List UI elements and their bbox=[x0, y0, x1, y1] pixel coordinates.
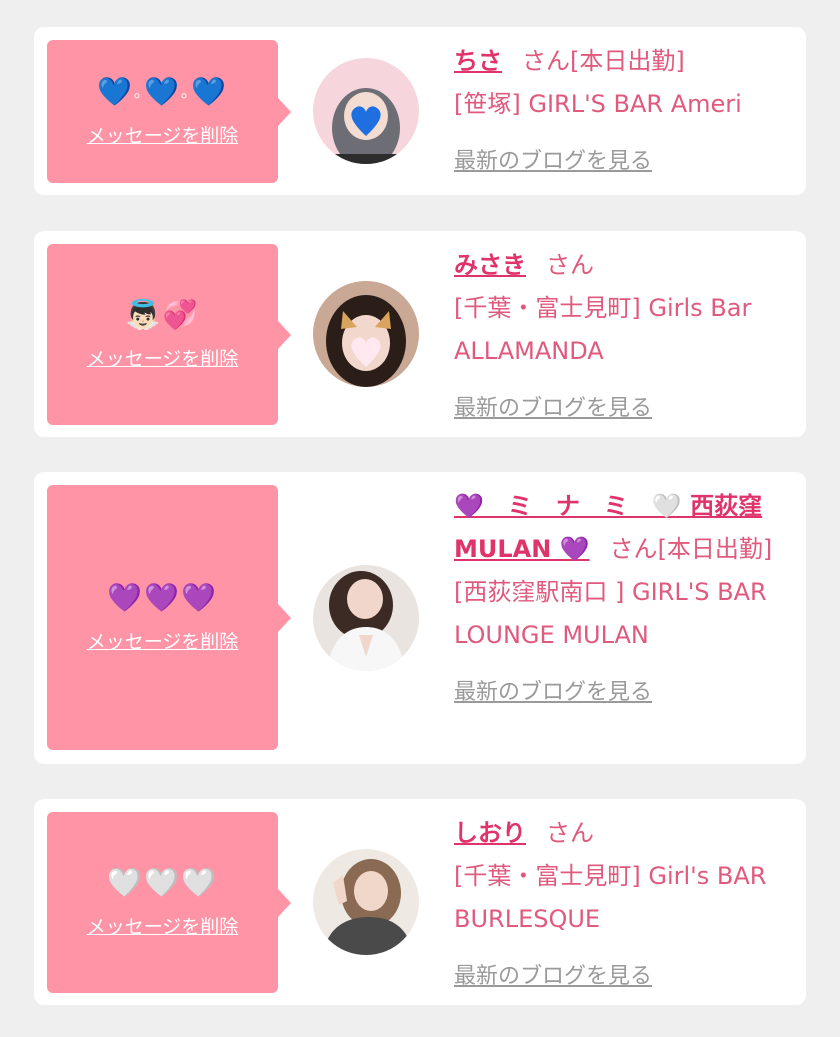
cast-name-link[interactable]: ちさ bbox=[454, 47, 502, 75]
message-card: 👼🏻 💞 メッセージを削除 みさき さん [千葉・富士見町] Girls Bar … bbox=[34, 231, 806, 437]
message-card: 💙 ｡ 💙 ｡ 💙 メッセージを削除 ちさ さん[本日出勤] [笹塚] GIRL'… bbox=[34, 27, 806, 195]
avatar[interactable] bbox=[313, 281, 419, 387]
shop-name: [笹塚] GIRL'S BAR Ameri bbox=[454, 90, 742, 118]
message-card: 💜 💜 💜 メッセージを削除 💜 ミ ナ ミ 🤍 西荻窪 MULAN 💜 さん[本… bbox=[34, 472, 806, 764]
latest-blog-link[interactable]: 最新のブログを見る bbox=[454, 671, 652, 714]
latest-blog-link[interactable]: 最新のブログを見る bbox=[454, 387, 652, 430]
shop-name: [千葉・富士見町] Girls Bar ALLAMANDA bbox=[454, 294, 752, 365]
shop-name: [西荻窪駅南口 ] GIRL'S BAR LOUNGE MULAN bbox=[454, 578, 767, 649]
cast-name-line: しおり さん bbox=[454, 812, 794, 855]
honorific: さん bbox=[522, 47, 570, 75]
delete-message-link[interactable]: メッセージを削除 bbox=[87, 121, 239, 148]
cast-info: ちさ さん[本日出勤] [笹塚] GIRL'S BAR Ameri 最新のブログを… bbox=[454, 40, 794, 183]
cast-name-link[interactable]: みさき bbox=[454, 251, 526, 279]
message-emoji: 💙 ｡ 💙 ｡ 💙 bbox=[97, 75, 228, 108]
latest-blog-link[interactable]: 最新のブログを見る bbox=[454, 140, 652, 183]
message-emoji: 👼🏻 💞 bbox=[125, 298, 200, 331]
cast-info: しおり さん [千葉・富士見町] Girl's BAR BURLESQUE 最新の… bbox=[454, 812, 794, 998]
message-bubble: 💜 💜 💜 メッセージを削除 bbox=[47, 485, 291, 750]
cast-name-link[interactable]: しおり bbox=[454, 819, 526, 847]
delete-message-link[interactable]: メッセージを削除 bbox=[87, 627, 239, 654]
message-bubble: 👼🏻 💞 メッセージを削除 bbox=[47, 244, 291, 425]
message-bubble: 💙 ｡ 💙 ｡ 💙 メッセージを削除 bbox=[47, 40, 291, 183]
cast-info: みさき さん [千葉・富士見町] Girls Bar ALLAMANDA 最新のブ… bbox=[454, 244, 794, 430]
delete-message-link[interactable]: メッセージを削除 bbox=[87, 344, 239, 371]
cast-name-line: みさき さん bbox=[454, 244, 794, 287]
avatar[interactable] bbox=[313, 58, 419, 164]
cast-info: 💜 ミ ナ ミ 🤍 西荻窪 MULAN 💜 さん[本日出勤] [西荻窪駅南口 ] … bbox=[454, 485, 794, 714]
honorific: さん bbox=[546, 819, 594, 847]
delete-message-link[interactable]: メッセージを削除 bbox=[87, 912, 239, 939]
status-label: [本日出勤] bbox=[657, 535, 773, 563]
cast-name-line: ちさ さん[本日出勤] bbox=[454, 40, 794, 83]
avatar[interactable] bbox=[313, 849, 419, 955]
message-emoji: 💜 💜 💜 bbox=[107, 581, 218, 614]
message-emoji: 🤍 🤍 🤍 bbox=[107, 866, 218, 899]
honorific: さん bbox=[609, 535, 658, 563]
shop-name: [千葉・富士見町] Girl's BAR BURLESQUE bbox=[454, 862, 767, 933]
cast-name-line: 💜 ミ ナ ミ 🤍 西荻窪 MULAN 💜 さん[本日出勤] bbox=[454, 485, 794, 571]
latest-blog-link[interactable]: 最新のブログを見る bbox=[454, 955, 652, 998]
avatar[interactable] bbox=[313, 565, 419, 671]
message-bubble: 🤍 🤍 🤍 メッセージを削除 bbox=[47, 812, 291, 993]
honorific: さん bbox=[546, 251, 594, 279]
message-card: 🤍 🤍 🤍 メッセージを削除 しおり さん [千葉・富士見町] Girl's BA… bbox=[34, 799, 806, 1005]
status-label: [本日出勤] bbox=[570, 47, 685, 75]
